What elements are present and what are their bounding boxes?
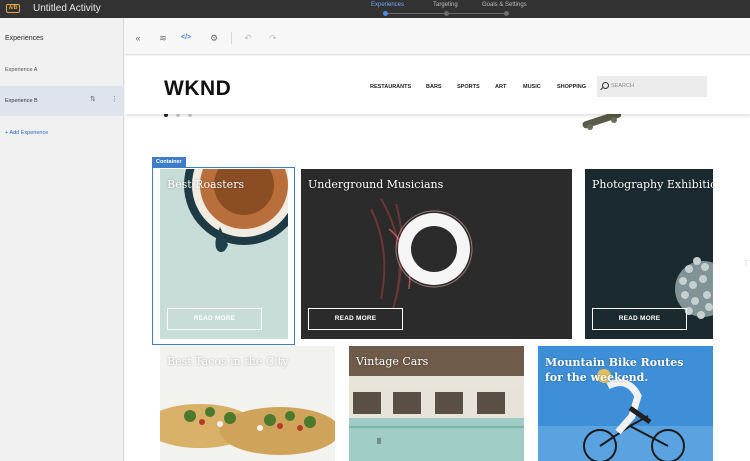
nav-sports[interactable]: SPORTS <box>457 84 480 90</box>
layers-icon[interactable]: ≋ <box>158 33 168 43</box>
card-best-tacos[interactable]: Best Tacos in the City <box>160 346 335 461</box>
code-icon[interactable]: </> <box>181 33 191 43</box>
experience-item-b[interactable]: Experience B ⇅ ⋮ <box>0 86 124 116</box>
site-search-input[interactable]: SEARCH <box>597 76 707 97</box>
experience-label: Experience B <box>5 98 38 104</box>
card-best-roasters[interactable]: Best Roasters READ MORE <box>160 169 288 339</box>
experiences-panel: Experiences Experience A Experience B ⇅ … <box>0 18 124 461</box>
panel-resize-handle[interactable]: ⋮ <box>742 258 750 270</box>
nav-bars[interactable]: BARS <box>426 84 442 90</box>
nav-music[interactable]: MUSIC <box>523 84 541 90</box>
read-more-button[interactable]: READ MORE <box>308 308 403 330</box>
card-vintage-cars[interactable]: Vintage Cars <box>349 346 524 461</box>
gear-icon[interactable]: ⚙ <box>209 33 219 43</box>
collapse-icon[interactable]: « <box>133 33 143 43</box>
container-label[interactable]: Container <box>152 157 186 167</box>
undo-icon[interactable]: ↶ <box>243 33 253 43</box>
search-placeholder: SEARCH <box>611 83 634 89</box>
page-preview: WKND RESTAURANTS BARS SPORTS ART MUSIC S… <box>125 56 750 461</box>
read-more-button[interactable]: READ MORE <box>592 308 687 330</box>
card-title: Best Tacos in the City <box>167 355 289 368</box>
card-title: Underground Musicians <box>308 178 444 191</box>
search-icon <box>602 82 609 89</box>
experience-label: Experience A <box>5 67 38 73</box>
card-underground-musicians[interactable]: Underground Musicians READ MORE <box>301 169 572 339</box>
step-dot-experiences <box>383 11 388 16</box>
add-experience-button[interactable]: + Add Experience <box>5 130 48 136</box>
toolbar-divider <box>231 32 232 44</box>
site-logo[interactable]: WKND <box>164 77 231 101</box>
nav-art[interactable]: ART <box>495 84 506 90</box>
card-title: Mountain Bike Routes for the weekend. <box>545 356 684 384</box>
nav-shopping[interactable]: SHOPPING <box>557 84 586 90</box>
hero-carousel <box>125 114 750 136</box>
redo-icon[interactable]: ↷ <box>268 33 278 43</box>
skateboard-image <box>582 114 622 130</box>
step-goals-settings[interactable]: Goals & Settings <box>482 2 527 8</box>
step-targeting[interactable]: Targeting <box>433 2 458 8</box>
card-photography-exhibitions[interactable]: Photography Exhibitions READ MORE <box>585 169 713 339</box>
step-experiences[interactable]: Experiences <box>371 2 404 8</box>
read-more-button[interactable]: READ MORE <box>167 308 262 330</box>
card-mountain-bike[interactable]: Mountain Bike Routes for the weekend. <box>538 346 713 461</box>
step-dot-targeting <box>444 11 449 16</box>
card-title: Best Roasters <box>167 178 245 191</box>
activity-title[interactable]: Untitled Activity <box>33 3 101 14</box>
workflow-steps: Experiences Targeting Goals & Settings <box>365 0 535 18</box>
app-top-bar: A/B Untitled Activity Experiences Target… <box>0 0 750 18</box>
editor-toolbar: « ≋ </> ⚙ ↶ ↷ <box>125 18 750 55</box>
experience-item-a[interactable]: Experience A <box>0 55 124 85</box>
nav-restaurants[interactable]: RESTAURANTS <box>370 84 411 90</box>
panel-title: Experiences <box>5 35 44 42</box>
swap-icon[interactable]: ⇅ <box>90 96 96 104</box>
site-header: WKND RESTAURANTS BARS SPORTS ART MUSIC S… <box>125 56 750 114</box>
ab-activity-badge: A/B <box>6 4 20 13</box>
card-title: Photography Exhibitions <box>592 178 713 191</box>
more-options-icon[interactable]: ⋮ <box>111 96 118 104</box>
step-dot-goals-settings <box>504 11 509 16</box>
card-title: Vintage Cars <box>356 355 429 368</box>
